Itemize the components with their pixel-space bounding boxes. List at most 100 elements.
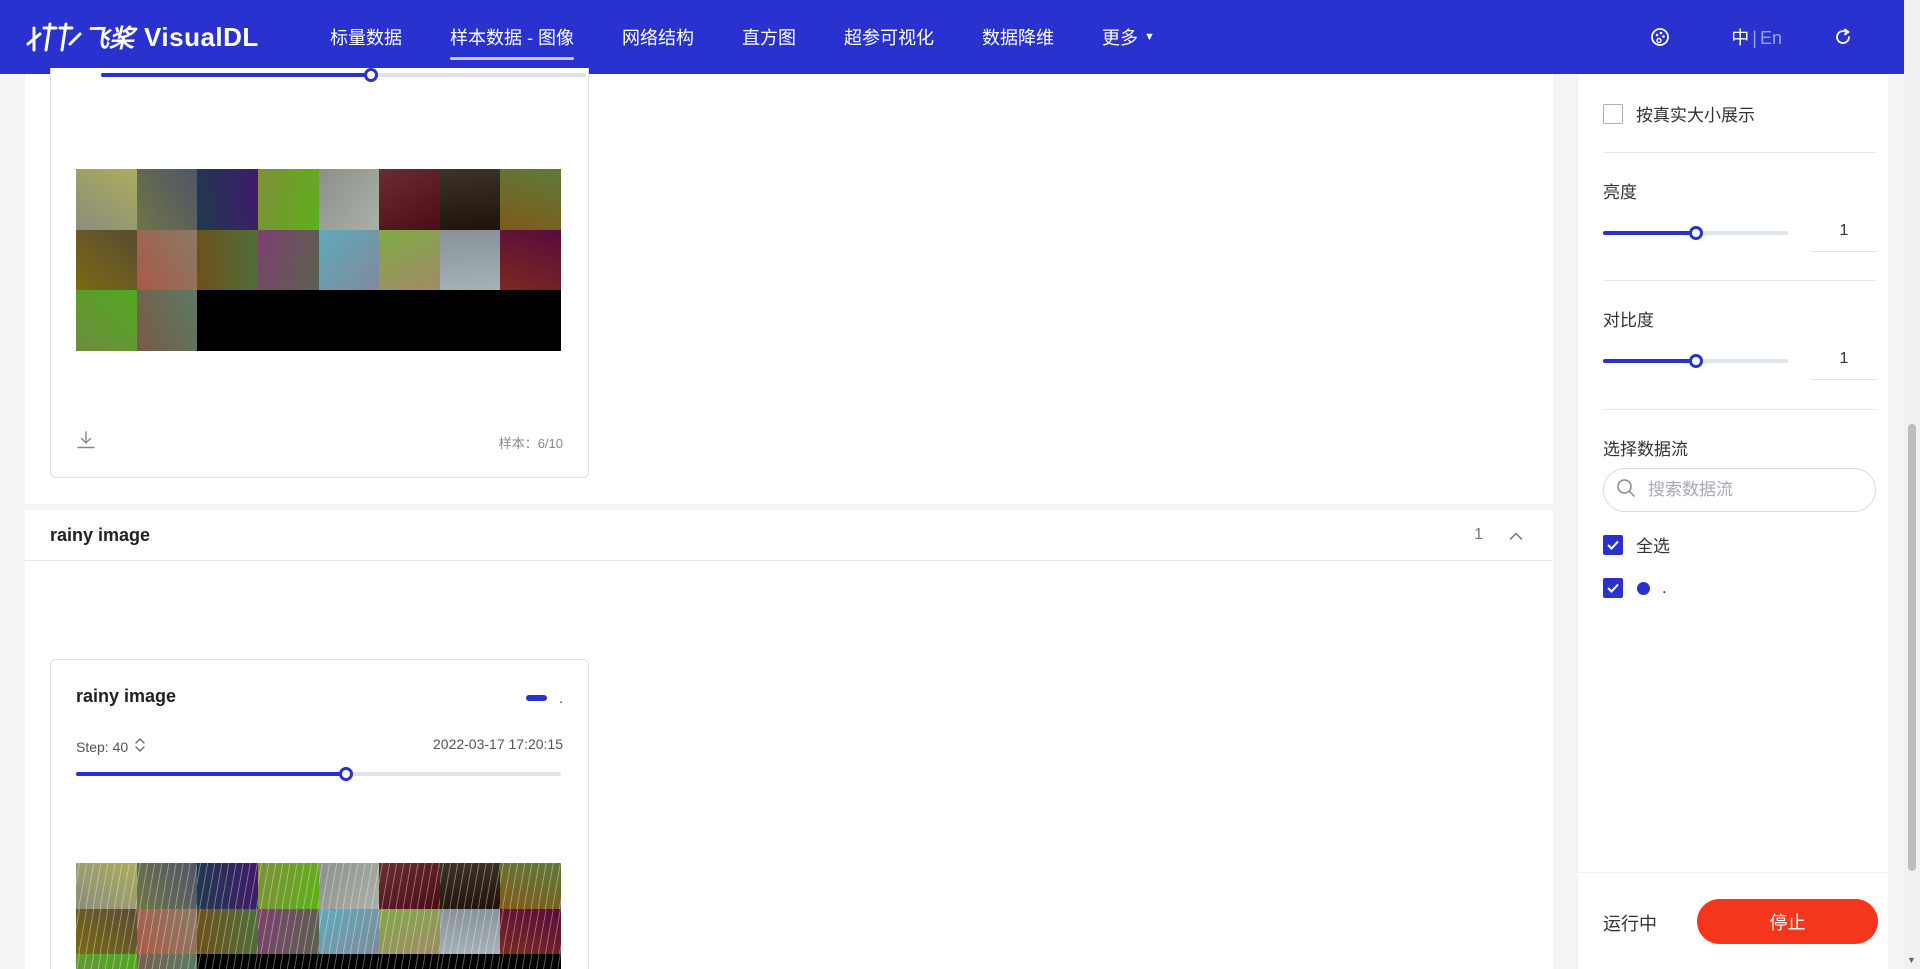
step-slider-thumb[interactable]: [363, 68, 378, 82]
image-tile: [500, 169, 561, 230]
contrast-slider[interactable]: [1603, 354, 1788, 368]
image-tile: [500, 863, 561, 909]
step-slider-thumb[interactable]: [338, 767, 353, 781]
check-icon: [1607, 583, 1619, 593]
image-tile: [379, 863, 440, 909]
scrollbar-thumb[interactable]: [1908, 424, 1916, 871]
legend-label: .: [559, 690, 563, 706]
divider: [1578, 872, 1888, 873]
brightness-slider-thumb[interactable]: [1688, 226, 1703, 240]
image-tile: [136, 954, 198, 969]
contrast-title: 对比度: [1603, 311, 1654, 330]
image-tile: [318, 908, 380, 955]
nav-hparams-label: 超参可视化: [844, 28, 934, 48]
image-tile: [439, 169, 501, 230]
card-title: rainy image: [76, 686, 177, 706]
nav-dimension-reduction-label: 数据降维: [982, 28, 1054, 48]
lang-separator: |: [1752, 28, 1757, 48]
step-slider[interactable]: [76, 767, 561, 781]
select-all-checkbox[interactable]: [1603, 534, 1623, 555]
contrast-slider-thumb[interactable]: [1688, 354, 1703, 368]
sample-image[interactable]: [76, 169, 561, 351]
nav-hparams[interactable]: 超参可视化: [844, 0, 934, 74]
step-label: Step: 40: [76, 738, 129, 755]
step-updown-icon[interactable]: [134, 736, 146, 757]
group-header[interactable]: rainy image 1: [25, 510, 1553, 561]
caret-down-icon: ▼: [1144, 31, 1155, 43]
stream-search[interactable]: [1603, 468, 1876, 512]
stream-checkbox[interactable]: [1603, 578, 1623, 598]
image-tile: [257, 954, 319, 969]
logo[interactable]: 飞桨 VisualDL: [26, 19, 306, 55]
nav-image-samples[interactable]: 样本数据 - 图像: [450, 0, 574, 74]
brightness-slider-fill: [1603, 231, 1696, 235]
brightness-slider[interactable]: [1603, 226, 1788, 240]
image-tile: [136, 863, 198, 909]
image-tile: [257, 169, 319, 230]
nav-histogram-label: 直方图: [742, 28, 796, 48]
download-icon[interactable]: [76, 430, 96, 455]
real-size-checkbox[interactable]: [1603, 103, 1623, 124]
step-slider-fill: [101, 73, 371, 77]
image-card-rainy: rainy image . Step: 40 2022-03-17 17:20:…: [50, 659, 589, 969]
nav-scalar[interactable]: 标量数据: [330, 0, 402, 74]
group-count: 1: [1474, 526, 1483, 543]
top-navbar: 飞桨 VisualDL 标量数据 样本数据 - 图像 网络结构 直方图 超参可视…: [0, 0, 1904, 74]
real-size-label: 按真实大小展示: [1636, 106, 1755, 125]
sample-image[interactable]: [76, 863, 561, 969]
palette-icon[interactable]: [1649, 26, 1671, 48]
run-legend: .: [526, 690, 563, 706]
image-tile: [439, 290, 501, 351]
image-tile: [318, 863, 380, 909]
right-sidebar: 按真实大小展示 亮度 1 对比度 1 选择数据流 全选 . 运行中 停止: [1578, 74, 1888, 969]
page-scrollbar[interactable]: ▼: [1904, 0, 1920, 969]
step-indicator: Step: 40: [76, 736, 146, 757]
nav-more[interactable]: 更多 ▼: [1102, 0, 1155, 74]
image-tile: [136, 908, 198, 955]
lang-en[interactable]: En: [1760, 28, 1782, 48]
image-tile: [76, 863, 137, 909]
language-switch[interactable]: 中 | En: [1731, 24, 1782, 50]
stream-option[interactable]: .: [1603, 578, 1876, 598]
brightness-value[interactable]: 1: [1812, 214, 1876, 252]
select-all-option[interactable]: 全选: [1603, 532, 1876, 557]
contrast-value[interactable]: 1: [1812, 342, 1876, 380]
stream-color-dot: [1637, 581, 1650, 595]
image-tile: [318, 229, 380, 291]
image-tile: [318, 169, 380, 230]
nav-image-samples-label: 样本数据 - 图像: [450, 28, 574, 48]
image-tile: [318, 954, 380, 969]
stream-label: .: [1662, 578, 1667, 597]
real-size-option[interactable]: 按真实大小展示: [1603, 101, 1876, 126]
image-tile: [197, 229, 258, 291]
image-tile: [439, 908, 501, 955]
image-tile: [500, 908, 561, 955]
image-tile: [76, 290, 137, 351]
step-slider[interactable]: [101, 68, 586, 82]
brightness-title: 亮度: [1603, 183, 1637, 202]
image-tile: [197, 908, 258, 955]
select-all-label: 全选: [1636, 537, 1670, 556]
logo-chinese-text: 飞桨: [84, 25, 135, 53]
legend-swatch: [526, 695, 548, 701]
stream-search-input[interactable]: [1648, 480, 1848, 500]
image-tile: [197, 169, 258, 230]
image-tile: [379, 290, 440, 351]
nav-graph[interactable]: 网络结构: [622, 0, 694, 74]
lang-zh[interactable]: 中: [1731, 28, 1749, 48]
sample-group-rainy: rainy image 1 rainy image . Step: 40 202…: [25, 510, 1553, 969]
stop-button[interactable]: 停止: [1697, 899, 1878, 944]
image-tile: [500, 229, 561, 291]
paddle-logo-icon: [26, 20, 82, 54]
scroll-down-arrow-icon[interactable]: ▼: [1907, 955, 1916, 965]
nav-dimension-reduction[interactable]: 数据降维: [982, 0, 1054, 74]
chevron-up-icon[interactable]: [1509, 528, 1523, 546]
refresh-icon[interactable]: [1832, 26, 1854, 48]
image-tile: [257, 290, 319, 351]
image-tile: [439, 954, 501, 969]
nav-histogram[interactable]: 直方图: [742, 0, 796, 74]
image-tile: [136, 290, 198, 351]
run-status: 运行中: [1603, 914, 1657, 934]
nav-more-label: 更多: [1102, 28, 1138, 48]
image-tile: [257, 863, 319, 909]
